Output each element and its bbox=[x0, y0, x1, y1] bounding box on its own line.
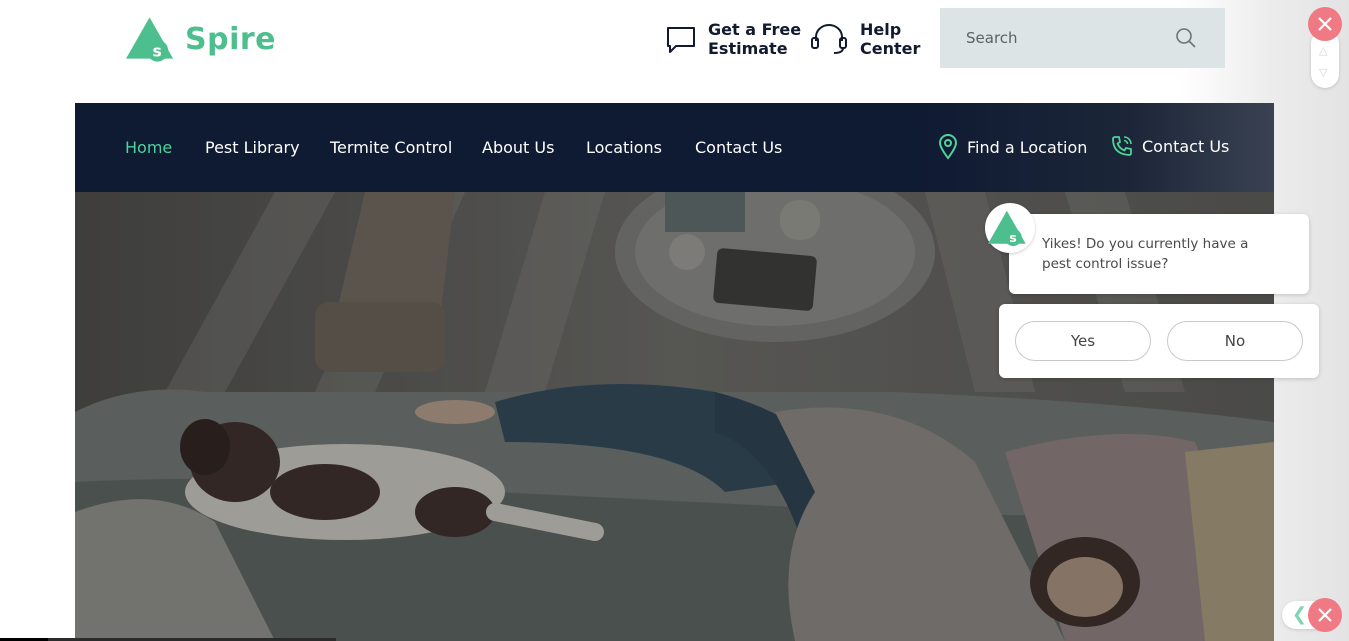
find-location-label: Find a Location bbox=[967, 137, 1088, 157]
chat-message-text: Yikes! Do you currently have a pest cont… bbox=[1042, 236, 1249, 272]
close-icon bbox=[1318, 608, 1332, 622]
find-location-link[interactable]: Find a Location bbox=[937, 134, 1087, 160]
nav-item-contact-us[interactable]: Contact Us bbox=[695, 138, 782, 157]
nav-item-pest-library[interactable]: Pest Library bbox=[205, 138, 300, 157]
search-box bbox=[940, 8, 1225, 68]
nav-item-termite-control[interactable]: Termite Control bbox=[330, 138, 452, 157]
svg-text:s: s bbox=[1009, 230, 1016, 245]
chat-bubble-icon bbox=[667, 27, 695, 53]
spire-avatar-icon: s bbox=[988, 210, 1026, 247]
contact-us-link[interactable]: Contact Us bbox=[1110, 134, 1229, 158]
help-center-label: Help Center bbox=[860, 20, 921, 58]
chat-yes-button[interactable]: Yes bbox=[1015, 321, 1151, 361]
scroll-down-icon[interactable]: ▽ bbox=[1319, 66, 1327, 79]
contact-us-label: Contact Us bbox=[1142, 136, 1230, 156]
chevron-left-icon: ❮ bbox=[1292, 604, 1308, 625]
nav-item-home[interactable]: Home bbox=[125, 138, 172, 157]
chat-close-bottom-button[interactable] bbox=[1308, 598, 1342, 632]
chat-options: Yes No bbox=[999, 304, 1319, 378]
chat-close-button[interactable] bbox=[1308, 7, 1342, 41]
chat-no-button[interactable]: No bbox=[1167, 321, 1303, 361]
search-icon[interactable] bbox=[1175, 27, 1197, 49]
close-icon bbox=[1318, 17, 1332, 31]
chat-avatar: s bbox=[985, 203, 1035, 253]
page: s Spire Get a Free Estimate Help Center bbox=[0, 0, 1349, 641]
main-nav: Home Pest Library Termite Control About … bbox=[75, 103, 1274, 192]
logo-text: Spire bbox=[184, 21, 276, 57]
phone-icon bbox=[1112, 136, 1132, 156]
nav-item-about-us[interactable]: About Us bbox=[482, 138, 554, 157]
chat-message-bubble: Yikes! Do you currently have a pest cont… bbox=[1009, 214, 1309, 294]
search-input[interactable] bbox=[966, 29, 1166, 47]
nav-item-locations[interactable]: Locations bbox=[586, 138, 662, 157]
svg-text:s: s bbox=[153, 42, 162, 61]
free-estimate-label: Get a Free Estimate bbox=[708, 20, 802, 58]
help-center-link[interactable]: Help Center bbox=[810, 20, 920, 58]
headset-icon bbox=[811, 24, 847, 54]
spire-logo-mark: s bbox=[126, 17, 174, 62]
map-pin-icon bbox=[938, 134, 958, 160]
free-estimate-link[interactable]: Get a Free Estimate bbox=[666, 20, 801, 58]
scroll-up-icon[interactable]: △ bbox=[1319, 44, 1327, 57]
logo[interactable]: s Spire bbox=[126, 14, 276, 64]
